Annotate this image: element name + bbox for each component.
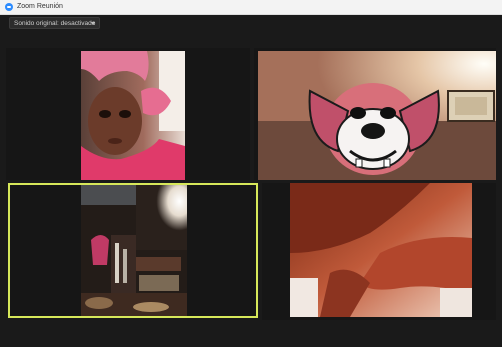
participant-tile-3[interactable] — [8, 183, 258, 318]
window-titlebar: Zoom Reunión — [0, 0, 502, 15]
participant-video-1 — [81, 51, 185, 180]
participant-video-4-image — [290, 183, 472, 317]
participant-video-2 — [258, 51, 496, 180]
participant-video-4 — [290, 183, 472, 317]
zoom-camera-icon — [5, 3, 13, 11]
participant-tile-1[interactable] — [6, 48, 250, 180]
audio-bar: Sonido original: desactivado — [0, 15, 502, 32]
participant-video-3 — [81, 185, 187, 316]
participant-video-3-image — [81, 185, 187, 316]
original-sound-dropdown[interactable]: Sonido original: desactivado — [9, 17, 100, 29]
participant-tile-2[interactable] — [254, 48, 496, 180]
video-gallery — [6, 48, 496, 320]
participant-video-1-image — [81, 51, 185, 180]
participant-video-2-image — [258, 51, 496, 180]
chevron-down-icon — [91, 22, 95, 25]
original-sound-label: Sonido original: desactivado — [14, 20, 96, 27]
window-title: Zoom Reunión — [17, 3, 63, 10]
participant-tile-4[interactable] — [262, 183, 496, 320]
